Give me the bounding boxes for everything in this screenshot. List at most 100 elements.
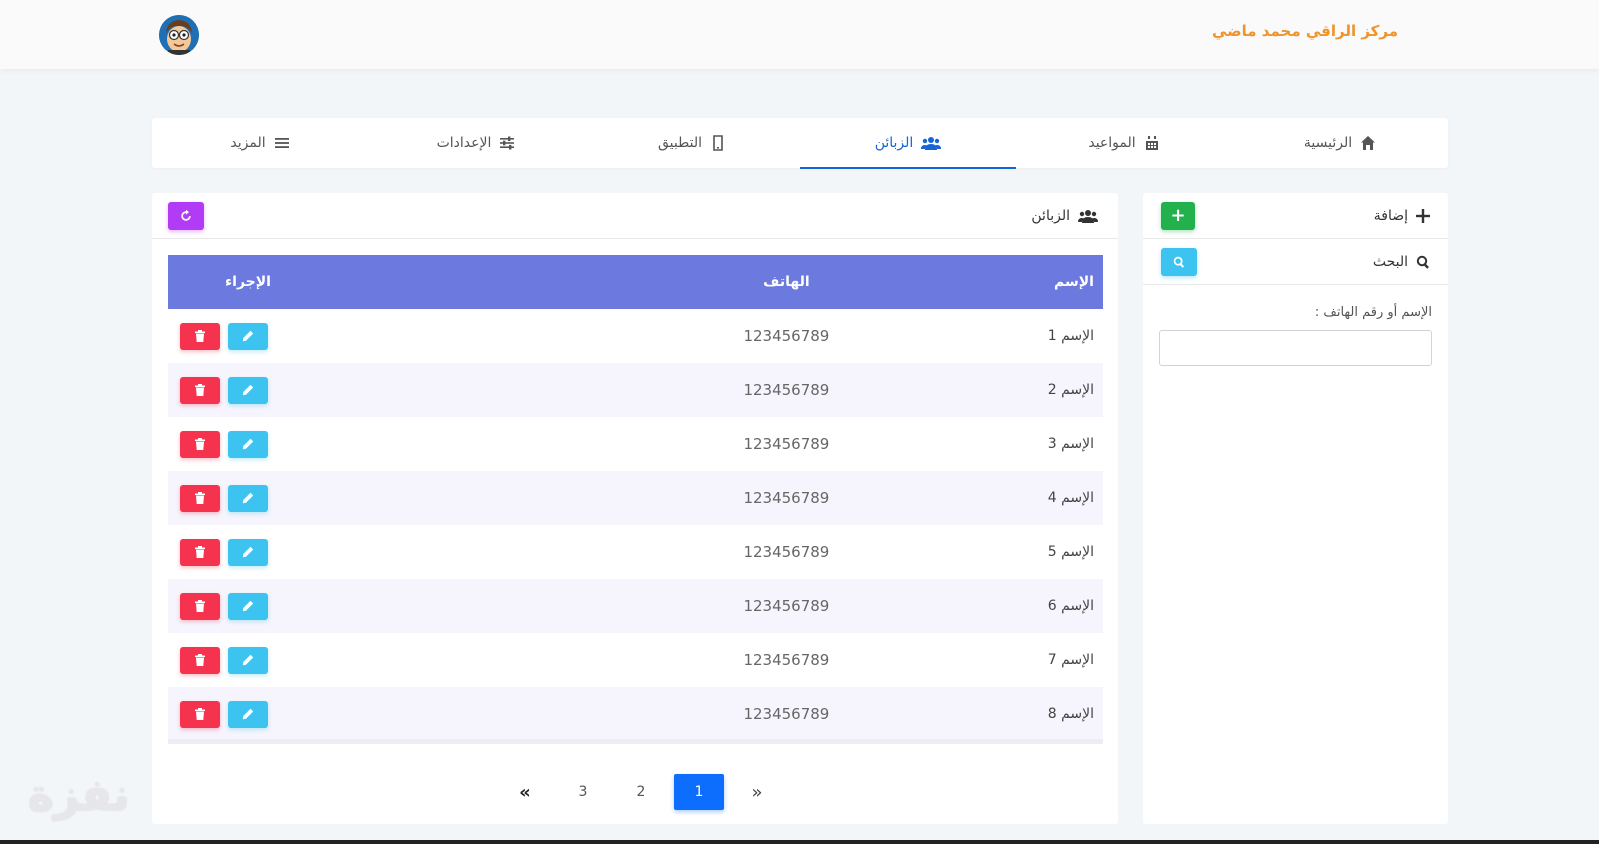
cell-phone: 123456789 xyxy=(743,543,830,561)
search-icon xyxy=(1416,255,1429,269)
nav-app[interactable]: التطبيق xyxy=(584,118,800,168)
menu-icon xyxy=(274,138,289,148)
users-icon xyxy=(1078,209,1098,223)
nav-label: المزيد xyxy=(230,135,266,151)
trash-icon xyxy=(195,600,205,612)
customers-panel: الزبائن الإسم الهاتف الإجراء الإسم 1 1234… xyxy=(152,193,1118,824)
delete-button[interactable] xyxy=(180,430,220,458)
brand-title[interactable]: مركز الراقي محمد ماضي xyxy=(1212,22,1398,40)
pencil-icon xyxy=(242,546,254,558)
column-header-name: الإسم xyxy=(1054,274,1094,290)
cell-action xyxy=(168,309,381,363)
edit-button[interactable] xyxy=(228,322,268,350)
plus-icon xyxy=(1416,208,1430,223)
pagination: « 3 2 1 » xyxy=(500,774,790,810)
column-header-action: الإجراء xyxy=(225,274,271,290)
edit-button[interactable] xyxy=(228,376,268,404)
cell-phone: 123456789 xyxy=(743,705,830,723)
row-actions xyxy=(180,700,268,728)
cell-name: الإسم 3 xyxy=(1047,436,1094,452)
trash-icon xyxy=(195,708,205,720)
table-footer-bar xyxy=(168,739,1103,744)
side-panel: إضافة + البحث الإسم أو رقم الهاتف : xyxy=(1143,193,1448,824)
cell-phone: 123456789 xyxy=(743,327,830,345)
table-row: الإسم 2 123456789 xyxy=(168,363,1103,417)
mobile-icon xyxy=(713,135,723,151)
pencil-icon xyxy=(242,492,254,504)
delete-button[interactable] xyxy=(180,538,220,566)
page-button-3[interactable]: 3 xyxy=(558,774,608,810)
edit-button[interactable] xyxy=(228,538,268,566)
table-row: الإسم 8 123456789 xyxy=(168,687,1103,741)
nav-customers[interactable]: الزبائن xyxy=(800,118,1016,169)
cell-action xyxy=(168,633,381,687)
edit-button[interactable] xyxy=(228,646,268,674)
row-actions xyxy=(180,484,268,512)
home-icon xyxy=(1361,136,1376,150)
cell-action xyxy=(168,525,381,579)
search-icon xyxy=(1173,256,1185,268)
delete-button[interactable] xyxy=(180,700,220,728)
cell-name: الإسم 1 xyxy=(1047,328,1094,344)
table-row: الإسم 3 123456789 xyxy=(168,417,1103,471)
row-actions xyxy=(180,430,268,458)
refresh-button[interactable] xyxy=(168,201,204,230)
add-row: إضافة + xyxy=(1143,193,1448,239)
top-header: مركز الراقي محمد ماضي xyxy=(0,0,1599,69)
trash-icon xyxy=(195,384,205,396)
table-header-row: الإسم الهاتف الإجراء xyxy=(168,255,1103,309)
cell-action xyxy=(168,579,381,633)
cell-name: الإسم 5 xyxy=(1047,544,1094,560)
edit-button[interactable] xyxy=(228,700,268,728)
row-actions xyxy=(180,646,268,674)
delete-button[interactable] xyxy=(180,592,220,620)
add-customer-button[interactable]: + xyxy=(1161,201,1195,230)
cell-name: الإسم 7 xyxy=(1047,652,1094,668)
main-nav: الرئيسية المواعيد الزبائن التطبيق الإعدا… xyxy=(152,118,1448,169)
cell-phone: 123456789 xyxy=(743,435,830,453)
panel-title-wrap: الزبائن xyxy=(1031,208,1098,224)
avatar[interactable] xyxy=(159,15,199,55)
pencil-icon xyxy=(242,384,254,396)
delete-button[interactable] xyxy=(180,376,220,404)
pencil-icon xyxy=(242,600,254,612)
bottom-bar xyxy=(0,840,1599,844)
edit-button[interactable] xyxy=(228,592,268,620)
search-label-wrap: البحث xyxy=(1373,254,1430,270)
delete-button[interactable] xyxy=(180,484,220,512)
cell-action xyxy=(168,471,381,525)
page-last-button[interactable]: » xyxy=(732,774,782,810)
refresh-icon xyxy=(181,209,191,221)
panel-title: الزبائن xyxy=(1031,207,1070,224)
nav-appointments[interactable]: المواعيد xyxy=(1016,118,1232,168)
nav-label: المواعيد xyxy=(1088,135,1136,151)
nav-more[interactable]: المزيد xyxy=(152,118,368,168)
page-first-button[interactable]: « xyxy=(500,774,550,810)
table-row: الإسم 5 123456789 xyxy=(168,525,1103,579)
page-button-2[interactable]: 2 xyxy=(616,774,666,810)
sliders-icon xyxy=(500,136,515,150)
nav-settings[interactable]: الإعدادات xyxy=(368,118,584,168)
nav-label: التطبيق xyxy=(658,135,702,151)
panel-header: الزبائن xyxy=(152,193,1118,239)
trash-icon xyxy=(195,438,205,450)
search-field-label: الإسم أو رقم الهاتف : xyxy=(1314,305,1432,320)
avatar-face-icon xyxy=(159,15,199,55)
calendar-icon xyxy=(1145,136,1158,150)
row-actions xyxy=(180,322,268,350)
search-input[interactable] xyxy=(1159,330,1432,366)
search-row: البحث xyxy=(1143,239,1448,285)
cell-name: الإسم 6 xyxy=(1047,598,1094,614)
page-button-1[interactable]: 1 xyxy=(674,774,724,810)
add-label-wrap: إضافة xyxy=(1374,208,1430,224)
delete-button[interactable] xyxy=(180,322,220,350)
nav-home[interactable]: الرئيسية xyxy=(1232,118,1448,168)
search-button[interactable] xyxy=(1161,247,1197,276)
cell-action xyxy=(168,687,381,741)
edit-button[interactable] xyxy=(228,430,268,458)
row-actions xyxy=(180,538,268,566)
edit-button[interactable] xyxy=(228,484,268,512)
cell-phone: 123456789 xyxy=(743,489,830,507)
customers-table: الإسم الهاتف الإجراء الإسم 1 123456789 الإ… xyxy=(168,255,1103,741)
delete-button[interactable] xyxy=(180,646,220,674)
